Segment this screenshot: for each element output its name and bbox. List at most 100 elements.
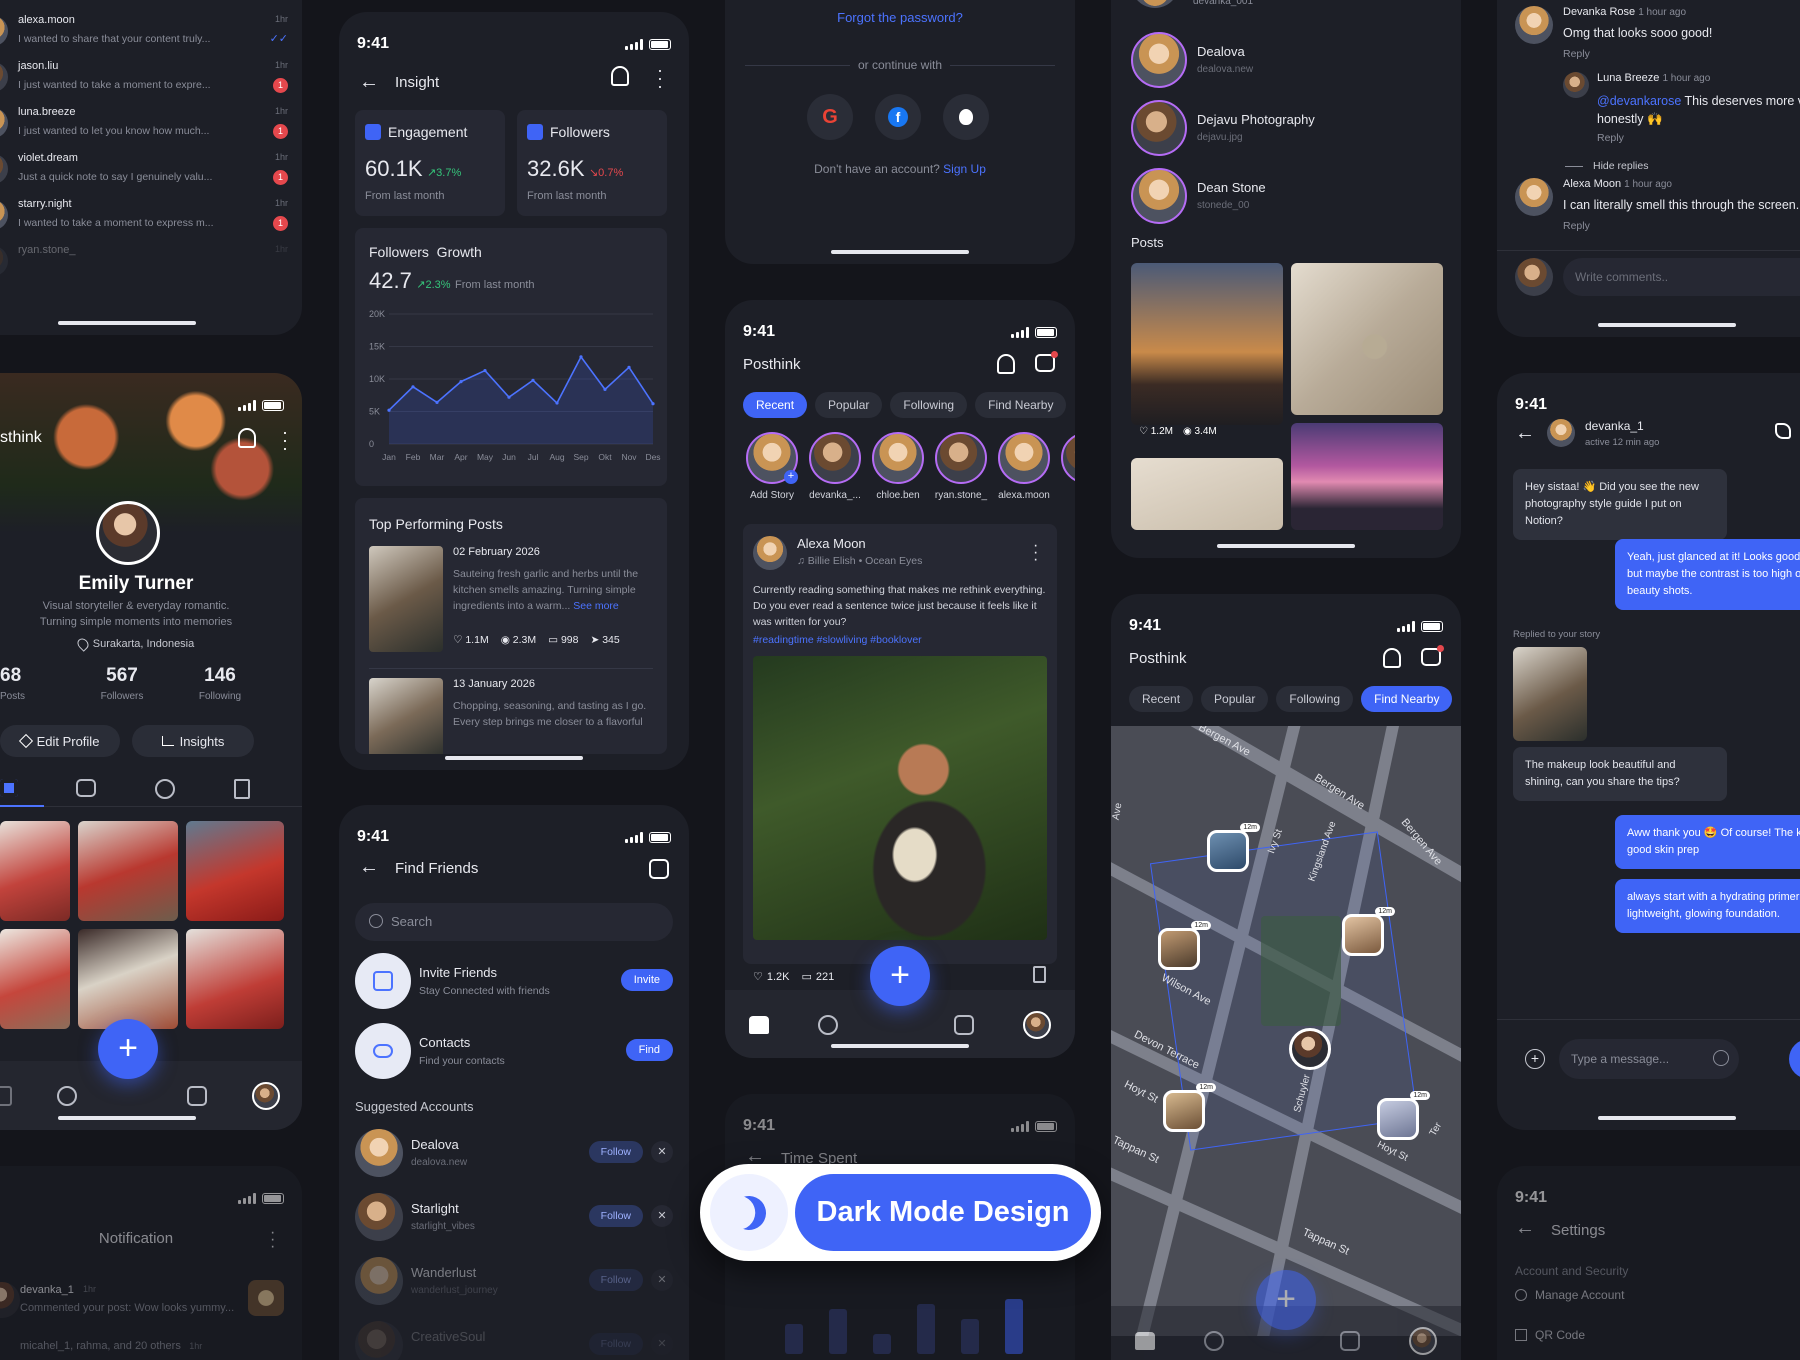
story-item[interactable]: alexa.moon (995, 432, 1053, 501)
result-post[interactable] (1131, 263, 1283, 425)
forgot-password-link[interactable]: Forgot the password? (725, 10, 1075, 25)
profile-tab-avatar[interactable] (251, 1082, 280, 1110)
reels-icon[interactable] (954, 1015, 975, 1035)
dark-mode-toggle[interactable] (710, 1174, 788, 1251)
search-bar[interactable]: Search (355, 903, 673, 941)
bookmark-icon[interactable] (234, 779, 250, 799)
tab-following[interactable]: Following (1276, 686, 1354, 712)
more-icon[interactable]: · · · (282, 423, 288, 457)
tab-popular[interactable]: Popular (815, 392, 883, 418)
dismiss-icon[interactable]: ✕ (651, 1269, 673, 1291)
create-post-button[interactable]: + (1256, 1270, 1316, 1330)
add-attachment-button[interactable]: + (1525, 1049, 1545, 1069)
growth-point[interactable] (627, 365, 631, 369)
commenter-avatar[interactable] (1563, 72, 1589, 98)
comment-icon[interactable]: ▭ (802, 970, 812, 983)
tab-recent[interactable]: Recent (743, 392, 808, 418)
post-menu-icon[interactable]: · · · (1033, 538, 1038, 568)
user-pin[interactable]: 12m (1158, 921, 1211, 970)
bookmark-icon[interactable] (1033, 966, 1046, 983)
bell-icon[interactable] (611, 66, 629, 86)
search-icon[interactable] (1203, 1331, 1224, 1351)
grid-photo[interactable] (0, 929, 70, 1029)
notification-item[interactable]: devanka_1 1hr Commented your post: Wow l… (0, 1280, 284, 1330)
grid-photo[interactable] (78, 821, 178, 921)
map-view[interactable]: Bergen Ave Bergen Ave Bergen Ave Kingsla… (1111, 726, 1461, 1336)
growth-point[interactable] (651, 402, 655, 406)
story-item[interactable]: ja (1058, 432, 1075, 501)
phone-icon[interactable] (1775, 423, 1791, 439)
suggested-account-row[interactable]: CreativeSoul Follow ✕ (355, 1315, 673, 1360)
message-input[interactable]: Type a message... (1559, 1039, 1739, 1079)
growth-point[interactable] (531, 378, 535, 382)
search-icon[interactable] (57, 1086, 78, 1106)
reply-link[interactable]: Reply (1597, 132, 1624, 144)
user-pin[interactable]: 12m (1342, 907, 1395, 956)
story-item[interactable]: devanka_... (806, 432, 864, 501)
suggested-account-row[interactable]: Dealova dealova.new Follow ✕ (355, 1123, 673, 1187)
search-input[interactable]: Search (391, 914, 432, 929)
follow-button[interactable]: Follow (588, 1205, 643, 1227)
add-story-button[interactable]: + Add Story (743, 432, 801, 501)
post-image[interactable] (753, 656, 1047, 940)
grid-photo[interactable] (186, 821, 284, 921)
bell-icon[interactable] (1383, 648, 1401, 668)
dismiss-icon[interactable]: ✕ (651, 1205, 673, 1227)
back-arrow-icon[interactable]: ← (359, 72, 379, 92)
growth-point[interactable] (435, 400, 439, 404)
growth-point[interactable] (507, 395, 511, 399)
grid-icon[interactable] (0, 779, 18, 797)
emoji-icon[interactable] (1713, 1050, 1729, 1066)
follow-button[interactable]: Follow (588, 1269, 643, 1291)
user-pin[interactable]: 12m (1163, 1083, 1216, 1132)
more-icon[interactable]: · · · (270, 1225, 275, 1255)
follow-button[interactable]: Follow (588, 1141, 643, 1163)
top-post-item[interactable]: 02 February 2026 Sauteing fresh garlic a… (369, 546, 657, 654)
like-icon[interactable]: ♡ (753, 970, 763, 983)
post-author[interactable]: Alexa Moon (797, 536, 866, 551)
message-row[interactable]: violet.dream Just a quick note to say I g… (0, 152, 288, 198)
message-row[interactable]: starry.night I wanted to take a moment to… (0, 198, 288, 244)
create-post-button[interactable]: + (98, 1019, 158, 1079)
top-post-item[interactable]: 13 January 2026 Chopping, seasoning, and… (369, 678, 657, 754)
account-result-row[interactable]: Dean Stone stonede_00 (1131, 164, 1451, 232)
suggested-account-row[interactable]: Starlight starlight_vibes Follow ✕ (355, 1187, 673, 1251)
growth-point[interactable] (483, 368, 487, 373)
growth-point[interactable] (387, 408, 391, 412)
profile-tab-avatar[interactable] (1408, 1327, 1437, 1355)
tab-find-nearby[interactable]: Find Nearby (1361, 686, 1453, 712)
notification-item[interactable]: micahel_1, rahma, and 20 others 1hr (20, 1336, 284, 1356)
chat-avatar[interactable] (1547, 419, 1575, 447)
insights-button[interactable]: Insights (132, 725, 254, 757)
follow-button[interactable]: Follow (588, 1333, 643, 1355)
growth-point[interactable] (411, 385, 415, 389)
post-hashtags[interactable]: #readingtime #slowliving #booklover (753, 634, 922, 646)
hide-replies-toggle[interactable]: Hide replies (1565, 160, 1648, 172)
story-thumbnail[interactable] (1513, 647, 1587, 741)
back-arrow-icon[interactable]: ← (1515, 423, 1535, 443)
message-row[interactable]: ryan.stone_ 1hr (0, 244, 288, 290)
home-icon[interactable] (749, 1016, 770, 1034)
profile-tab-avatar[interactable] (1022, 1011, 1051, 1039)
mention-icon[interactable] (155, 779, 175, 799)
reels-icon[interactable] (186, 1086, 207, 1106)
growth-point[interactable] (579, 355, 583, 359)
invite-friends-row[interactable]: Invite Friends Stay Connected with frien… (355, 953, 673, 1009)
home-icon[interactable] (0, 1086, 13, 1106)
contacts-row[interactable]: Contacts Find your contacts Find (355, 1023, 673, 1079)
growth-point[interactable] (555, 401, 559, 405)
search-icon[interactable] (817, 1015, 838, 1035)
grid-photo[interactable] (186, 929, 284, 1029)
invite-button[interactable]: Invite (620, 969, 673, 991)
mention-link[interactable]: @devankarose (1597, 94, 1681, 108)
message-row[interactable]: alexa.moon I wanted to share that your co… (0, 14, 288, 60)
commenter-avatar[interactable] (1515, 178, 1553, 216)
back-arrow-icon[interactable]: ← (1515, 1218, 1535, 1238)
story-item[interactable]: ryan.stone_ (932, 432, 990, 501)
comment-input[interactable]: Write comments.. (1563, 258, 1800, 296)
growth-point[interactable] (459, 380, 463, 384)
tab-popular[interactable]: Popular (1201, 686, 1269, 712)
reply-link[interactable]: Reply (1563, 48, 1590, 60)
message-row[interactable]: jason.liu I just wanted to take a moment … (0, 60, 288, 106)
reels-icon[interactable] (76, 779, 96, 797)
